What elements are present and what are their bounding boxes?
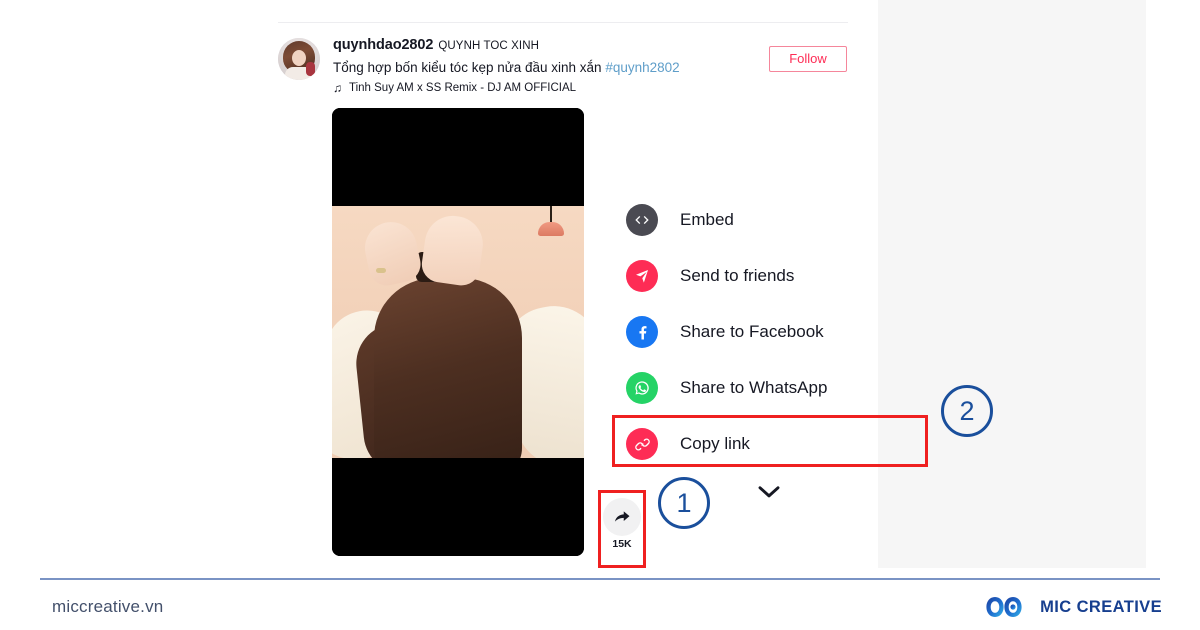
footer-divider [40, 578, 1160, 580]
menu-label-share-to-facebook: Share to Facebook [680, 322, 824, 341]
facebook-icon [626, 316, 658, 348]
code-glyph [635, 216, 649, 224]
caption-hashtag[interactable]: #quynh2802 [605, 60, 679, 75]
paper-plane-glyph [636, 270, 648, 283]
menu-item-share-to-facebook[interactable]: Share to Facebook [618, 304, 928, 360]
footer-branding: MIC CREATIVE [982, 594, 1162, 620]
hand-right [419, 212, 487, 288]
footer-brand-name: MIC CREATIVE [1040, 597, 1162, 616]
whatsapp-icon [626, 372, 658, 404]
screenshot-root: quynhdao2802 QUYNH TOC XINH Tổng hợp bốn … [0, 0, 1200, 630]
menu-item-send-to-friends[interactable]: Send to friends [618, 248, 928, 304]
menu-label-share-to-whatsapp: Share to WhatsApp [680, 378, 828, 397]
footer-url[interactable]: miccreative.vn [52, 597, 163, 617]
author-line: quynhdao2802 QUYNH TOC XINH [333, 36, 680, 55]
step-marker-2: 2 [941, 385, 993, 437]
finger-ring [376, 268, 386, 273]
video-frame-image [332, 206, 584, 458]
card-divider [278, 22, 848, 23]
send-icon [626, 260, 658, 292]
follow-button[interactable]: Follow [769, 46, 847, 72]
menu-label-copy-link: Copy link [680, 434, 750, 453]
author-nickname: QUYNH TOC XINH [438, 40, 539, 52]
music-title: Tinh Suy AM x SS Remix - DJ AM OFFICIAL [349, 82, 577, 94]
menu-label-embed: Embed [680, 210, 734, 229]
avatar[interactable] [278, 38, 320, 80]
mic-creative-logo-icon [986, 597, 1022, 617]
letterbox-bottom [332, 458, 584, 556]
share-menu: Embed Send to friends Share to Facebook … [618, 192, 928, 512]
link-icon [626, 428, 658, 460]
step-marker-1: 1 [658, 477, 710, 529]
left-gutter [0, 0, 238, 568]
letterbox-top [332, 108, 584, 206]
music-note-icon: ♫ [333, 81, 342, 95]
author-username[interactable]: quynhdao2802 [333, 37, 433, 53]
avatar-accent [306, 62, 315, 76]
footer: miccreative.vn MIC CREATIVE [0, 568, 1200, 630]
right-gutter [1146, 0, 1200, 568]
embed-icon [626, 204, 658, 236]
whatsapp-phone-glyph [635, 381, 649, 395]
chain-link-glyph [634, 438, 650, 450]
facebook-f-glyph [639, 326, 647, 340]
menu-item-share-to-whatsapp[interactable]: Share to WhatsApp [618, 360, 928, 416]
lamp-shade [538, 222, 564, 236]
hair-mass [374, 278, 522, 458]
hand-left [360, 217, 424, 289]
post-meta: quynhdao2802 QUYNH TOC XINH Tổng hợp bốn … [333, 36, 680, 97]
post-header: quynhdao2802 QUYNH TOC XINH Tổng hợp bốn … [278, 36, 848, 100]
caption-text: Tổng hợp bốn kiểu tóc kẹp nửa đầu xinh x… [333, 60, 606, 75]
chevron-down-icon [758, 486, 780, 498]
avatar-face [292, 50, 306, 66]
page-canvas: quynhdao2802 QUYNH TOC XINH Tổng hợp bốn … [0, 0, 1200, 568]
tiktok-post-card: quynhdao2802 QUYNH TOC XINH Tổng hợp bốn … [238, 0, 878, 568]
menu-item-embed[interactable]: Embed [618, 192, 928, 248]
menu-label-send-to-friends: Send to friends [680, 266, 795, 285]
share-count: 15K [612, 538, 632, 550]
menu-item-copy-link[interactable]: Copy link [618, 416, 928, 472]
post-caption: Tổng hợp bốn kiểu tóc kẹp nửa đầu xinh x… [333, 58, 680, 77]
music-line[interactable]: ♫ Tinh Suy AM x SS Remix - DJ AM OFFICIA… [333, 80, 680, 97]
video-player[interactable] [332, 108, 584, 556]
